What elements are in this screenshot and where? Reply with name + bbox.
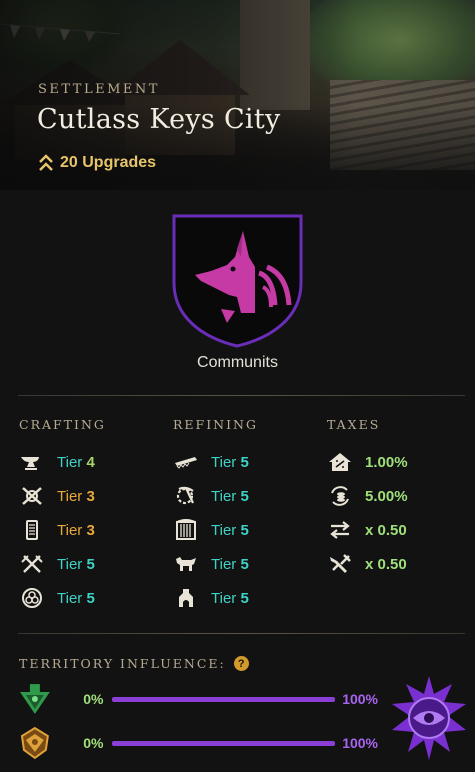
tax-value: 5.00% (365, 487, 408, 505)
refining-row-leatherworking[interactable]: Tier 5 (173, 553, 249, 575)
upgrades-count: 20 Upgrades (38, 153, 156, 173)
crafting-tier-value: 5 (86, 589, 95, 607)
settlement-name: Cutlass Keys City (37, 104, 281, 135)
crafting-title: CRAFTING (19, 417, 106, 432)
help-icon[interactable]: ? (233, 656, 249, 671)
saw-icon (175, 457, 197, 469)
owner-influence-percent: 100% (342, 691, 378, 707)
company-name[interactable]: Communits (0, 354, 475, 372)
faction-influence-percent: 0% (83, 691, 104, 707)
crafting-row-engineering[interactable]: Tier 3 (19, 485, 95, 507)
coin-cycle-icon (331, 486, 349, 506)
arcane-circle-icon (22, 588, 42, 608)
owner-influence-percent: 100% (342, 735, 378, 751)
settlement-type-label: SETTLEMENT (38, 82, 160, 97)
territory-influence-header: TERRITORY INFLUENCE: ? (19, 656, 249, 671)
marauders-icon (20, 726, 49, 760)
refining-tier-value: 5 (240, 589, 249, 607)
upgrade-chevrons-icon (39, 154, 53, 171)
anvil-icon (21, 457, 39, 470)
crafting-row-weaponsmithing[interactable]: Tier 4 (19, 451, 95, 473)
tax-row-property[interactable]: 1.00% (327, 451, 408, 473)
faction-influence-percent: 0% (83, 735, 104, 751)
house-tax-icon (329, 453, 351, 471)
scroll-icon (26, 520, 38, 540)
pickaxe-gear-icon (176, 486, 194, 505)
influence-row-marauders[interactable]: 0% 100% (18, 726, 378, 760)
tannery-icon (176, 557, 196, 571)
syndicate-icon (19, 684, 50, 714)
section-divider (18, 395, 465, 396)
influence-row-syndicate[interactable]: 0% 100% (18, 682, 378, 716)
crafting-row-arcana[interactable]: Tier 5 (19, 587, 95, 609)
crafting-row-armoring[interactable]: Tier 5 (19, 553, 95, 575)
upgrades-label: 20 Upgrades (60, 154, 157, 171)
crafting-tier-value: 4 (86, 453, 95, 471)
refining-title: REFINING (173, 417, 258, 432)
refining-tier-value: 5 (240, 487, 249, 505)
refining-row-woodworking[interactable]: Tier 5 (173, 451, 249, 473)
tax-value: x 0.50 (365, 521, 407, 539)
crafting-fee-icon (330, 554, 351, 573)
crafting-tier-value: 5 (86, 555, 95, 573)
crafting-tier-value: 3 (86, 487, 95, 505)
loom-icon (176, 519, 196, 540)
taxes-title: TAXES (327, 417, 381, 432)
settlement-panel: SETTLEMENT Cutlass Keys City 20 Upgrades… (0, 0, 475, 772)
refining-tier-value: 5 (240, 555, 249, 573)
influence-bar (111, 696, 336, 702)
refining-tier-value: 5 (240, 453, 249, 471)
influence-bar (111, 740, 336, 746)
tax-row-trading-fee[interactable]: x 0.50 (327, 519, 407, 541)
refining-row-weaving[interactable]: Tier 5 (173, 519, 249, 541)
company-crest-anubis-icon[interactable] (171, 213, 304, 349)
territory-influence-title: TERRITORY INFLUENCE: (19, 656, 226, 671)
tax-row-crafting-fee[interactable]: x 0.50 (327, 553, 407, 575)
refining-row-stonecutting[interactable]: Tier 5 (173, 587, 249, 609)
refining-row-smelting[interactable]: Tier 5 (173, 485, 249, 507)
section-divider (18, 633, 465, 634)
refining-tier-value: 5 (240, 521, 249, 539)
covenant-eye-emblem-icon[interactable] (388, 674, 470, 762)
tax-value: x 0.50 (365, 555, 407, 573)
crafting-row-outfitting[interactable]: Tier 3 (19, 519, 95, 541)
crossed-tools-icon (22, 487, 42, 505)
tax-value: 1.00% (365, 453, 408, 471)
furnace-icon (179, 589, 193, 607)
tax-row-trading[interactable]: 5.00% (327, 485, 408, 507)
trade-arrows-icon (330, 521, 350, 539)
crossed-swords-icon (21, 555, 43, 573)
crafting-tier-value: 3 (86, 521, 95, 539)
